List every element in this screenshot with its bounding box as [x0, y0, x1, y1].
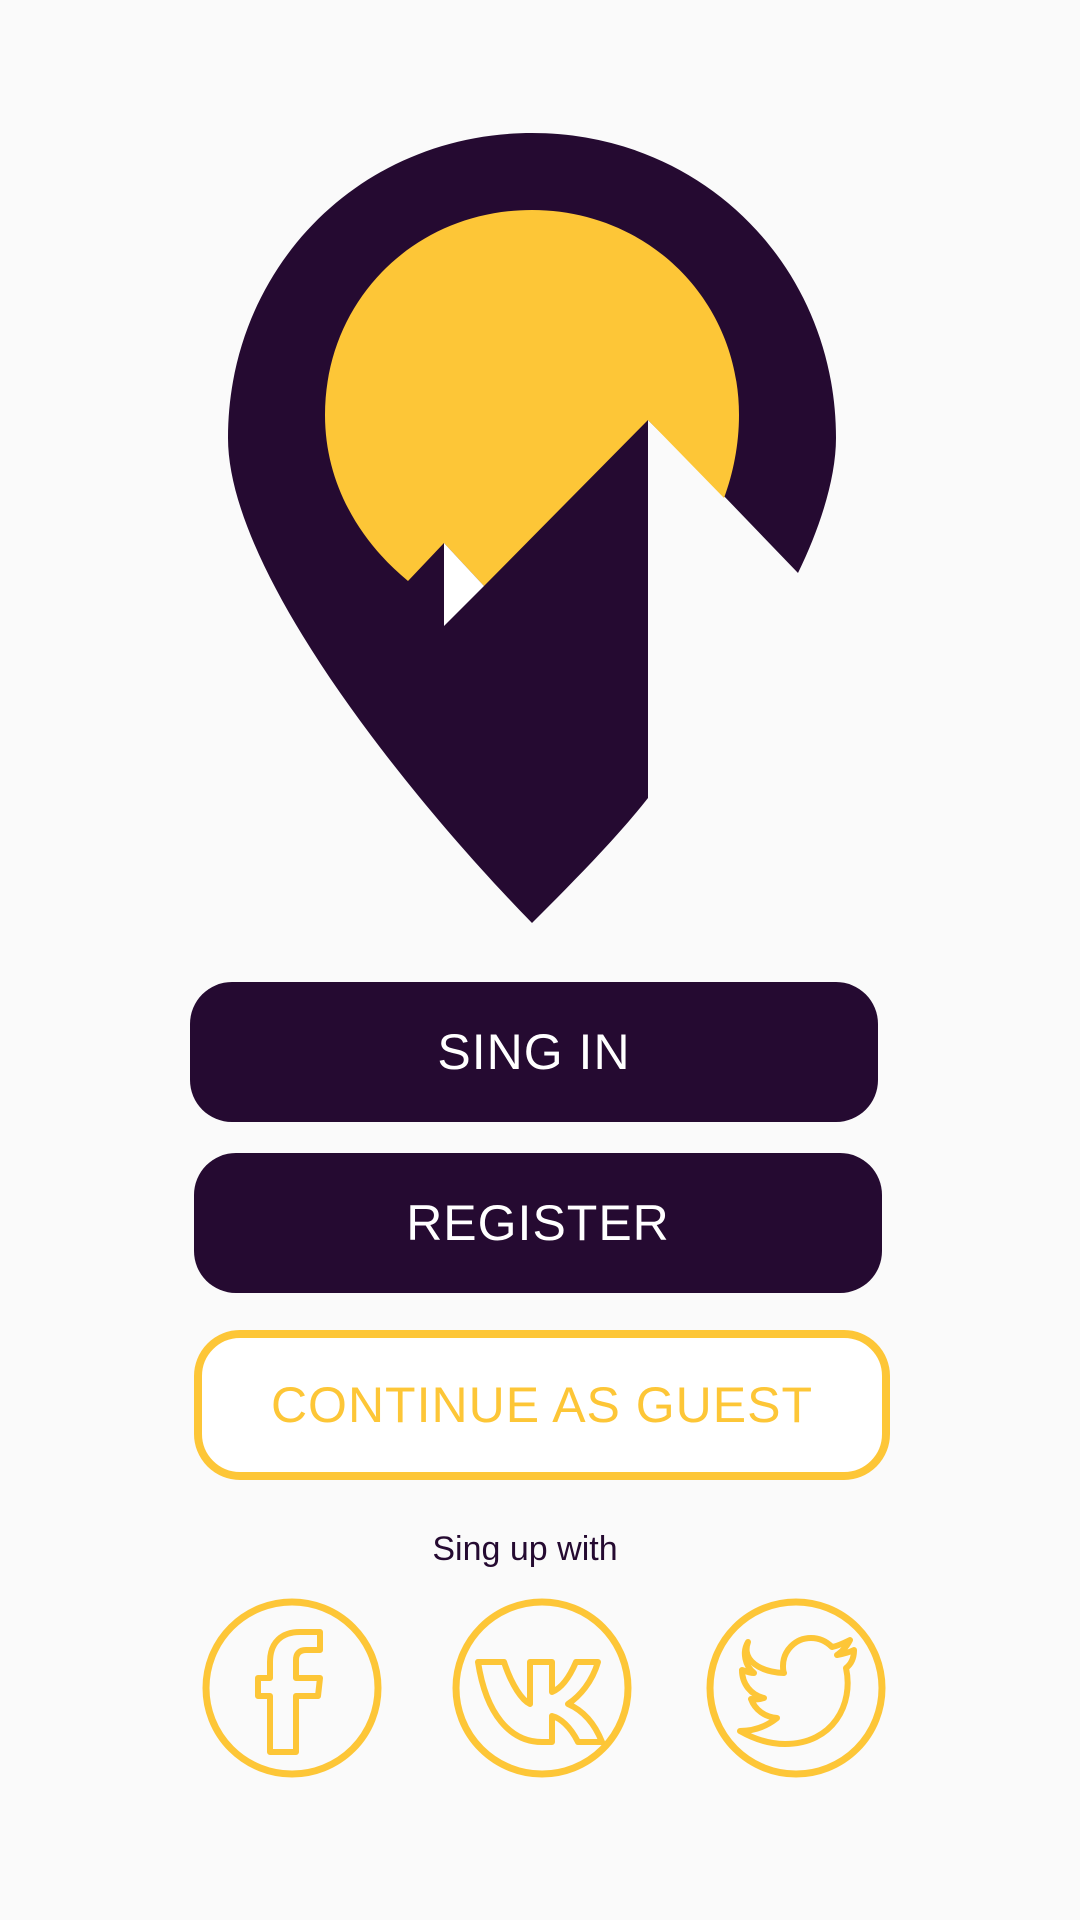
- register-label: REGISTER: [406, 1195, 670, 1251]
- vk-icon: [452, 1598, 632, 1778]
- vk-button[interactable]: [450, 1596, 634, 1780]
- facebook-icon: [202, 1598, 382, 1778]
- sign-up-with-label: Sing up with: [432, 1530, 618, 1568]
- facebook-button[interactable]: [200, 1596, 384, 1780]
- app-logo: [220, 128, 840, 928]
- sign-in-button[interactable]: SING IN: [190, 982, 878, 1122]
- twitter-button[interactable]: [704, 1596, 888, 1780]
- register-button[interactable]: REGISTER: [194, 1153, 882, 1293]
- continue-as-guest-button[interactable]: CONTINUE AS GUEST: [194, 1330, 890, 1480]
- twitter-icon: [706, 1598, 886, 1778]
- sign-in-label: SING IN: [437, 1024, 631, 1080]
- continue-as-guest-label: CONTINUE AS GUEST: [270, 1377, 814, 1433]
